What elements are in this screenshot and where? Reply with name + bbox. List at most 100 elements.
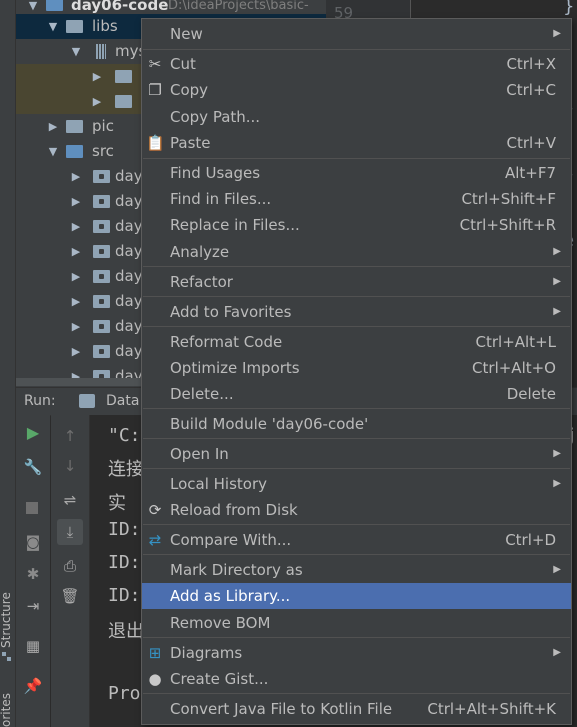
- menu-item-diagrams[interactable]: ⊞ Diagrams ▶: [142, 640, 571, 666]
- console-line: ID:: [108, 585, 141, 606]
- source-folder-icon: [66, 145, 83, 158]
- chevron-right-icon: ▶: [71, 195, 81, 208]
- folder-icon: [66, 120, 83, 133]
- reload-icon: ⟳: [148, 501, 162, 519]
- menu-item-label: Find Usages: [170, 164, 261, 182]
- menu-item-label: Reload from Disk: [170, 501, 298, 519]
- menu-item-remove-bom[interactable]: Remove BOM: [142, 610, 571, 636]
- menu-item-convert-to-kotlin[interactable]: Convert Java File to Kotlin File Ctrl+Al…: [142, 696, 571, 722]
- menu-separator: [143, 296, 570, 297]
- console-line: "C:: [108, 425, 141, 446]
- menu-item-find-usages[interactable]: Find Usages Alt+F7: [142, 160, 571, 186]
- menu-item-open-in[interactable]: Open In ▶: [142, 441, 571, 467]
- chevron-right-icon: ▶: [71, 270, 81, 283]
- submenu-arrow-icon: ▶: [553, 306, 561, 317]
- menu-item-paste[interactable]: 📋 Paste Ctrl+V: [142, 130, 571, 156]
- arrow-up-icon[interactable]: ↑: [51, 427, 89, 445]
- debug-icon[interactable]: ✱: [16, 565, 50, 583]
- menu-item-label: Mark Directory as: [170, 561, 303, 579]
- folder-icon: [66, 20, 83, 33]
- menu-item-reload-from-disk[interactable]: ⟳ Reload from Disk: [142, 497, 571, 523]
- trash-icon[interactable]: 🗑: [51, 587, 89, 605]
- menu-item-reformat-code[interactable]: Reformat Code Ctrl+Alt+L: [142, 329, 571, 355]
- menu-item-compare-with[interactable]: ⇄ Compare With... Ctrl+D: [142, 527, 571, 553]
- menu-item-label: Open In: [170, 445, 229, 463]
- menu-item-delete[interactable]: Delete... Delete: [142, 381, 571, 407]
- menu-separator: [143, 408, 570, 409]
- menu-item-replace-in-files[interactable]: Replace in Files... Ctrl+Shift+R: [142, 212, 571, 238]
- menu-item-add-as-library[interactable]: Add as Library...: [142, 583, 571, 609]
- menu-item-label: Compare With...: [170, 531, 292, 549]
- menu-separator: [143, 554, 570, 555]
- menu-separator: [143, 158, 570, 159]
- soft-wrap-icon[interactable]: ⇌: [51, 491, 89, 509]
- module-folder-icon: [46, 0, 63, 11]
- compare-icon: ⇄: [148, 531, 162, 549]
- menu-item-cut[interactable]: ✂ Cut Ctrl+X: [142, 51, 571, 77]
- menu-item-analyze[interactable]: Analyze ▶: [142, 239, 571, 265]
- login-icon[interactable]: ⇥: [16, 597, 50, 615]
- menu-item-build-module[interactable]: Build Module 'day06-code': [142, 411, 571, 437]
- menu-item-local-history[interactable]: Local History ▶: [142, 471, 571, 497]
- menu-item-shortcut: Ctrl+Shift+F: [461, 190, 556, 208]
- left-tool-strip: Structure orites: [0, 0, 16, 727]
- menu-item-copy[interactable]: ❐ Copy Ctrl+C: [142, 77, 571, 103]
- jar-icon: [96, 44, 106, 59]
- camera-icon[interactable]: ◙: [16, 533, 50, 551]
- arrow-down-icon[interactable]: ↓: [51, 457, 89, 475]
- menu-item-refactor[interactable]: Refactor ▶: [142, 269, 571, 295]
- submenu-arrow-icon: ▶: [553, 246, 561, 257]
- run-tab[interactable]: Data: [106, 388, 139, 415]
- menu-item-label: Delete...: [170, 385, 234, 403]
- menu-item-label: Add as Library...: [170, 587, 291, 605]
- menu-item-new[interactable]: New ▶: [142, 21, 571, 47]
- menu-separator: [143, 637, 570, 638]
- copy-icon: ❐: [148, 81, 162, 99]
- run-toolbar-secondary: ↑ ↓ ⇌ ⤓ ⎙ 🗑: [51, 415, 90, 727]
- folder-label-libs: libs: [92, 17, 118, 35]
- package-label: day: [115, 342, 143, 360]
- menu-item-shortcut: Ctrl+V: [506, 134, 556, 152]
- print-icon[interactable]: ⎙: [51, 557, 89, 575]
- chevron-down-icon: ▼: [48, 145, 58, 158]
- menu-item-mark-directory-as[interactable]: Mark Directory as ▶: [142, 557, 571, 583]
- menu-item-label: Diagrams: [170, 644, 243, 662]
- menu-item-label: Build Module 'day06-code': [170, 415, 369, 433]
- menu-item-label: Cut: [170, 55, 196, 73]
- folder-icon: [115, 70, 132, 83]
- menu-item-create-gist[interactable]: ● Create Gist...: [142, 666, 571, 692]
- package-label: day: [115, 242, 143, 260]
- diagram-icon: ⊞: [148, 644, 162, 662]
- favorites-side-tab[interactable]: orites: [0, 693, 13, 727]
- menu-separator: [143, 524, 570, 525]
- pin-icon[interactable]: 📌: [16, 677, 50, 695]
- layout-icon[interactable]: ▦: [16, 637, 50, 655]
- menu-item-label: Create Gist...: [170, 670, 269, 688]
- run-config-icon: [79, 394, 95, 408]
- menu-item-shortcut: Ctrl+X: [506, 55, 556, 73]
- wrench-icon[interactable]: 🔧: [16, 458, 50, 476]
- menu-item-label: Refactor: [170, 273, 233, 291]
- menu-separator: [143, 438, 570, 439]
- menu-item-shortcut: Ctrl+Alt+L: [475, 333, 557, 351]
- folder-label-pic: pic: [92, 117, 114, 135]
- menu-item-copy-path[interactable]: Copy Path...: [142, 104, 571, 130]
- menu-item-find-in-files[interactable]: Find in Files... Ctrl+Shift+F: [142, 186, 571, 212]
- structure-icon: [2, 652, 12, 662]
- package-icon: [93, 195, 110, 208]
- submenu-arrow-icon: ▶: [553, 564, 561, 575]
- structure-side-tab[interactable]: Structure: [0, 592, 13, 648]
- stop-icon[interactable]: [26, 502, 38, 514]
- submenu-arrow-icon: ▶: [553, 478, 561, 489]
- package-icon: [93, 320, 110, 333]
- menu-item-add-to-favorites[interactable]: Add to Favorites ▶: [142, 299, 571, 325]
- submenu-arrow-icon: ▶: [553, 448, 561, 459]
- rerun-icon[interactable]: ▶: [16, 423, 50, 442]
- console-line: ID:: [108, 552, 141, 573]
- menu-item-label: Paste: [170, 134, 211, 152]
- menu-item-shortcut: Ctrl+Alt+Shift+K: [427, 700, 556, 718]
- menu-item-optimize-imports[interactable]: Optimize Imports Ctrl+Alt+O: [142, 355, 571, 381]
- context-menu: New ▶ ✂ Cut Ctrl+X ❐ Copy Ctrl+C Copy Pa…: [141, 18, 572, 725]
- menu-separator: [143, 693, 570, 694]
- chevron-right-icon: ▶: [71, 320, 81, 333]
